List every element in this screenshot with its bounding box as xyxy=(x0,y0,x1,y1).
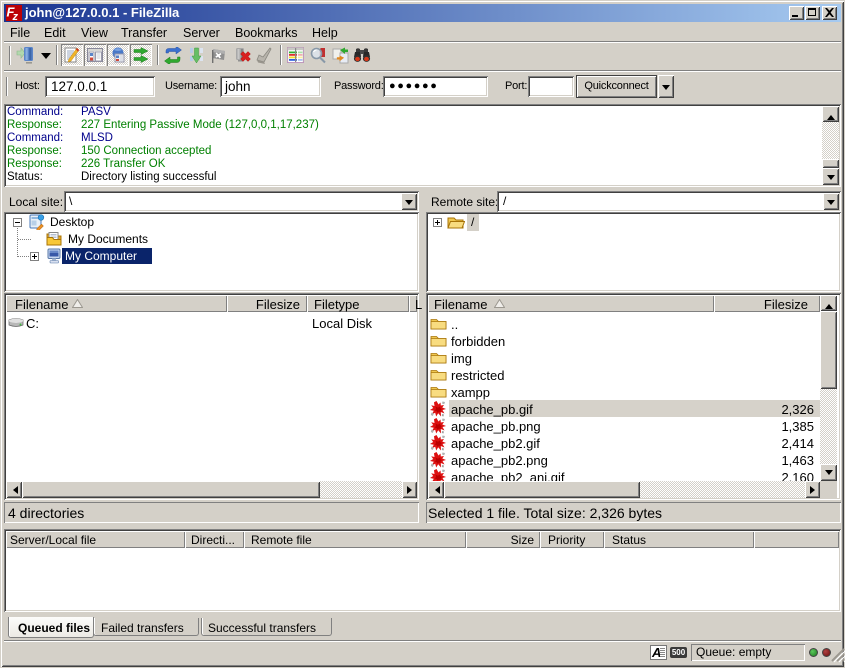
svg-text:z: z xyxy=(12,11,19,21)
